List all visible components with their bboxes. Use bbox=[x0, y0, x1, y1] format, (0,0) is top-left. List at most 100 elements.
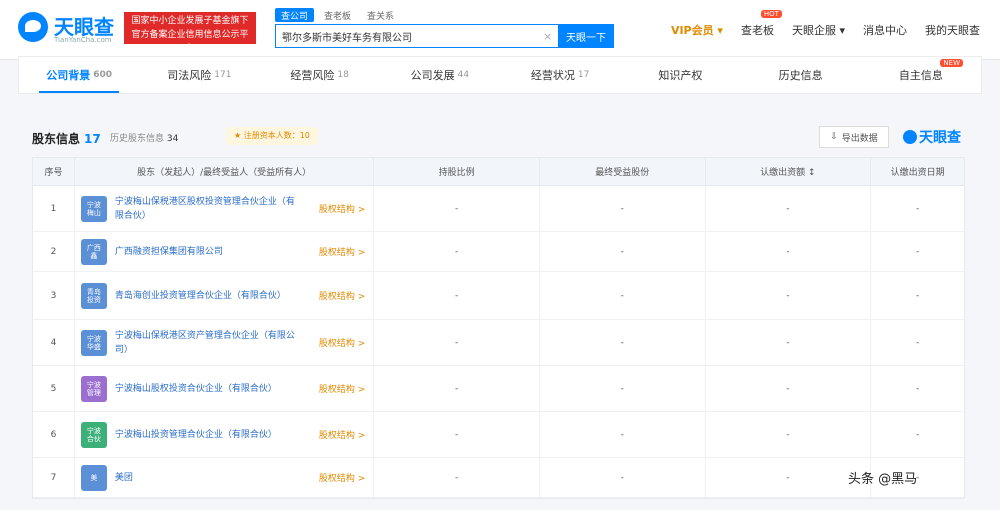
table-row: 7 美美团 股权结构 > - - - - bbox=[33, 458, 964, 498]
nav-account[interactable]: 我的天眼查 bbox=[925, 22, 980, 38]
beneficial-cell: - bbox=[540, 458, 706, 497]
company-logo-icon: 广西 鑫 bbox=[80, 238, 107, 265]
search-area: 查公司 查老板 查关系 天眼一下 × bbox=[275, 8, 614, 48]
tab-history[interactable]: 历史信息 bbox=[741, 57, 861, 93]
export-button[interactable]: ⇩ 导出数据 bbox=[819, 126, 889, 148]
shareholder-name[interactable]: 宁波梅山保税港区资产管理合伙企业（有限公司） bbox=[115, 329, 300, 357]
tab-operating-risk[interactable]: 经营风险 18 bbox=[260, 57, 380, 93]
capital-tag: ★ 注册资本人数：10 bbox=[226, 127, 318, 145]
nav-boss[interactable]: 查老板 HOT bbox=[741, 10, 782, 38]
nav-services[interactable]: 天眼企服 ▾ bbox=[792, 22, 845, 38]
table-row: 4 宁波 华盛 宁波梅山保税港区资产管理合伙企业（有限公司） 股权结构 > - - - - bbox=[33, 320, 964, 366]
table-row: 1 宁波 梅山 宁波梅山保税港区股权投资管理合伙企业（有限合伙） 股权结构 > - - - - bbox=[33, 186, 964, 232]
tab-company-development[interactable]: 公司发展 44 bbox=[380, 57, 500, 93]
tab-self-info[interactable]: 自主信息 NEW bbox=[861, 57, 981, 93]
history-count: 34 bbox=[166, 134, 179, 144]
equity-structure-link[interactable]: 股权结构 > bbox=[319, 382, 365, 395]
tab-count: 44 bbox=[457, 70, 470, 80]
shareholder-cell: 广西 鑫广西融资担保集团有限公司 股权结构 > bbox=[75, 232, 375, 271]
col-index: 序号 bbox=[33, 158, 75, 185]
logo-icon bbox=[903, 130, 917, 144]
shareholder-name[interactable]: 广西融资担保集团有限公司 bbox=[115, 245, 300, 259]
tab-count: 18 bbox=[337, 70, 349, 80]
nav-messages[interactable]: 消息中心 bbox=[863, 22, 907, 38]
section-title: 股东信息 17 bbox=[32, 130, 101, 147]
tab-label: 司法风险 bbox=[167, 69, 212, 82]
beneficial-cell: - bbox=[540, 366, 706, 411]
table-row: 6 宁波 合伙 宁波梅山投资管理合伙企业（有限合伙） 股权结构 > - - - - bbox=[33, 412, 964, 458]
subscribed-cell: - bbox=[706, 412, 872, 457]
equity-structure-link[interactable]: 股权结构 > bbox=[319, 336, 365, 349]
tab-label: 经营状况 bbox=[530, 69, 575, 82]
tab-label: 经营风险 bbox=[290, 69, 335, 82]
tab-company-background[interactable]: 公司背景 600 bbox=[19, 57, 139, 93]
table-header: 序号 股东（发起人）/最终受益人（受益所有人） 持股比例 最终受益股份 认缴出资… bbox=[33, 158, 964, 186]
subscribed-cell: - bbox=[706, 186, 872, 231]
equity-structure-link[interactable]: 股权结构 > bbox=[319, 471, 365, 484]
tab-judicial-risk[interactable]: 司法风险 171 bbox=[139, 57, 259, 93]
search-tab-relation[interactable]: 查关系 bbox=[361, 8, 400, 22]
equity-structure-link[interactable]: 股权结构 > bbox=[319, 428, 365, 441]
shareholder-cell: 美美团 股权结构 > bbox=[75, 458, 375, 497]
shareholder-cell: 宁波 管理 宁波梅山股权投资合伙企业（有限合伙） 股权结构 > bbox=[75, 366, 375, 411]
shareholder-cell: 宁波 梅山 宁波梅山保税港区股权投资管理合伙企业（有限合伙） 股权结构 > bbox=[75, 186, 375, 231]
top-header: 天眼查 TianYanCha.com 国家中小企业发展子基金旗下 官方备案企业信… bbox=[0, 0, 1000, 60]
tab-label: 公司背景 bbox=[46, 69, 91, 82]
shareholder-name[interactable]: 宁波梅山投资管理合伙企业（有限合伙） bbox=[115, 428, 300, 442]
date-cell: - bbox=[915, 290, 920, 301]
ratio-cell: - bbox=[374, 186, 540, 231]
ratio-cell: - bbox=[374, 232, 540, 271]
table-row: 3 青岛 投资 青岛海创业投资管理合伙企业（有限合伙） 股权结构 > - - - - bbox=[33, 272, 964, 320]
search-tab-company[interactable]: 查公司 bbox=[275, 8, 315, 22]
hot-badge: HOT bbox=[760, 10, 782, 18]
history-shareholder-link[interactable]: 历史股东信息 34 bbox=[110, 131, 178, 144]
col-date: 认缴出资日期 bbox=[890, 168, 945, 178]
subscribed-cell: - bbox=[706, 366, 872, 411]
equity-structure-link[interactable]: 股权结构 > bbox=[319, 289, 365, 302]
shareholder-name[interactable]: 宁波梅山股权投资合伙企业（有限合伙） bbox=[115, 382, 300, 396]
tab-label: 知识产权 bbox=[658, 69, 703, 82]
equity-structure-link[interactable]: 股权结构 > bbox=[319, 245, 365, 258]
download-icon: ⇩ bbox=[830, 132, 838, 142]
date-cell: - bbox=[915, 383, 920, 394]
equity-structure-link[interactable]: 股权结构 > bbox=[319, 202, 365, 215]
row-index: 7 bbox=[33, 458, 75, 497]
shareholder-cell: 宁波 合伙 宁波梅山投资管理合伙企业（有限合伙） 股权结构 > bbox=[75, 412, 375, 457]
date-cell: - bbox=[915, 429, 920, 440]
row-index: 2 bbox=[33, 232, 75, 271]
site-logo[interactable]: 天眼查 TianYanCha.com bbox=[18, 12, 114, 44]
shareholder-name[interactable]: 青岛海创业投资管理合伙企业（有限合伙） bbox=[115, 289, 300, 303]
beneficial-cell: - bbox=[540, 320, 706, 365]
ratio-cell: - bbox=[374, 412, 540, 457]
company-logo-icon: 宁波 合伙 bbox=[80, 421, 107, 448]
row-index: 4 bbox=[33, 320, 75, 365]
tab-label: 自主信息 bbox=[898, 69, 943, 82]
beneficial-cell: - bbox=[540, 272, 706, 319]
shareholder-name[interactable]: 宁波梅山保税港区股权投资管理合伙企业（有限合伙） bbox=[115, 195, 300, 223]
category-tabs: 公司背景 600 司法风险 171 经营风险 18 公司发展 44 经营状况 17 知识产… bbox=[18, 56, 982, 94]
tab-intellectual-property[interactable]: 知识产权 bbox=[620, 57, 740, 93]
row-index: 1 bbox=[33, 186, 75, 231]
ad-banner[interactable]: 国家中小企业发展子基金旗下 官方备案企业信用信息公示平台 bbox=[124, 12, 256, 44]
col-ratio: 持股比例 bbox=[374, 158, 540, 185]
row-index: 3 bbox=[33, 272, 75, 319]
tab-operating-status[interactable]: 经营状况 17 bbox=[500, 57, 620, 93]
col-subscribed[interactable]: 认缴出资额 ↕ bbox=[706, 158, 872, 185]
table-row: 2 广西 鑫广西融资担保集团有限公司 股权结构 > - - - - bbox=[33, 232, 964, 272]
clear-icon[interactable]: × bbox=[543, 30, 552, 43]
new-badge: NEW bbox=[940, 59, 963, 67]
company-logo-icon: 宁波 华盛 bbox=[80, 329, 107, 356]
search-button[interactable]: 天眼一下 bbox=[558, 24, 614, 48]
search-input[interactable] bbox=[275, 24, 558, 48]
shareholder-name[interactable]: 美团 bbox=[115, 471, 300, 485]
tab-label: 历史信息 bbox=[778, 69, 823, 82]
search-tab-boss[interactable]: 查老板 bbox=[318, 8, 357, 22]
col-beneficial: 最终受益股份 bbox=[540, 158, 706, 185]
search-tabs: 查公司 查老板 查关系 bbox=[275, 8, 614, 22]
beneficial-cell: - bbox=[540, 186, 706, 231]
shareholder-table: 序号 股东（发起人）/最终受益人（受益所有人） 持股比例 最终受益股份 认缴出资… bbox=[32, 157, 965, 499]
nav-vip[interactable]: VIP会员 ▾ bbox=[671, 22, 723, 38]
subscribed-cell: - bbox=[706, 320, 872, 365]
ratio-cell: - bbox=[374, 458, 540, 497]
corner-watermark-text: 头条 @黑马 bbox=[848, 472, 918, 487]
